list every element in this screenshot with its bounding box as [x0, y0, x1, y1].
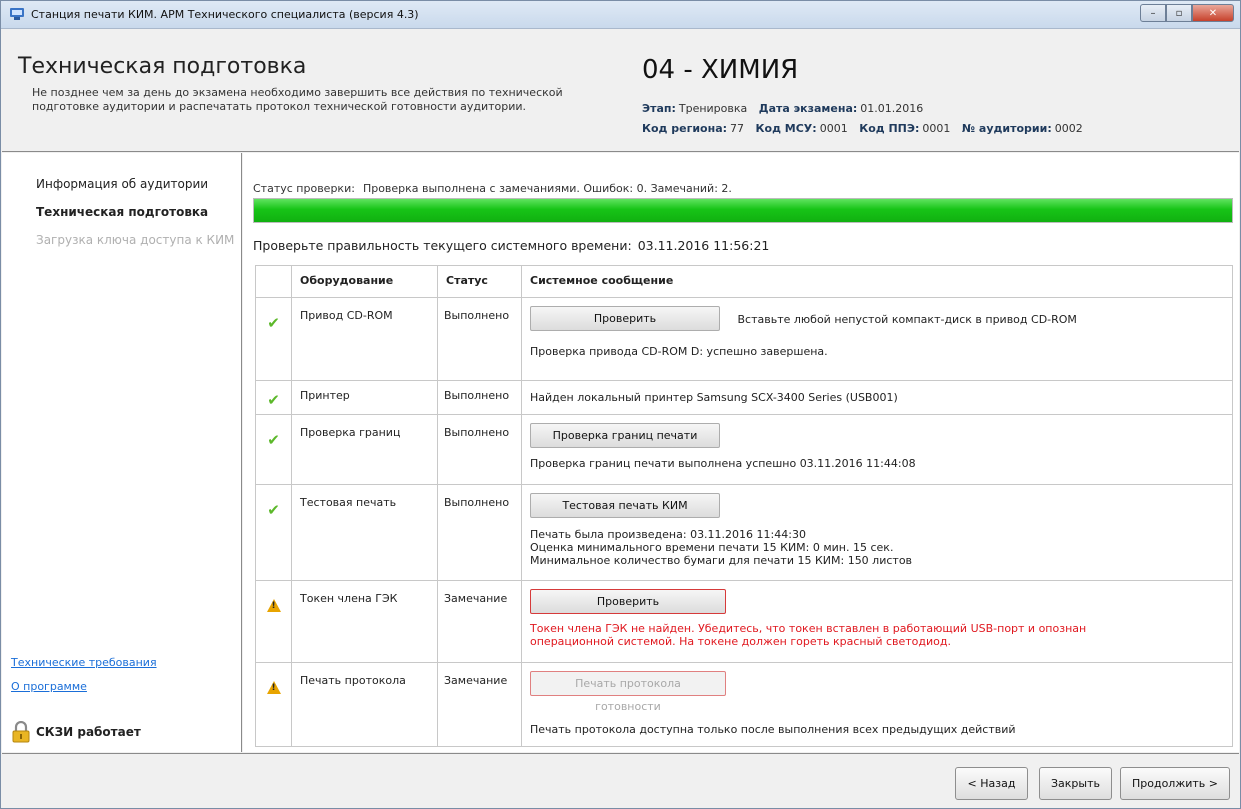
table-header-row: Оборудование Статус Системное сообщение	[255, 265, 1233, 298]
title-bar: Станция печати КИМ. АРМ Технического спе…	[1, 1, 1240, 29]
tech-requirements-link[interactable]: Технические требования	[11, 656, 157, 669]
check-status-text: Проверка выполнена с замечаниями. Ошибок…	[362, 182, 732, 195]
header-equipment: Оборудование	[291, 265, 438, 298]
table-row: ✔ Привод CD-ROM Выполнено Проверить Вста…	[255, 297, 1233, 381]
row-status: Замечание	[437, 580, 522, 663]
equipment-name: Токен члена ГЭК	[291, 580, 438, 663]
token-error-line2: операционной системой. На токене должен …	[530, 635, 951, 648]
msu-value: 0001	[819, 122, 848, 135]
testprint-message: Печать была произведена: 03.11.2016 11:4…	[530, 528, 1224, 567]
header-status: Статус	[437, 265, 522, 298]
check-icon: ✔	[267, 314, 280, 332]
region-label: Код региона:	[642, 122, 728, 135]
equipment-table: Оборудование Статус Системное сообщение …	[255, 265, 1233, 747]
page-title: Техническая подготовка	[18, 54, 307, 79]
sidebar: Информация об аудитории Техническая подг…	[2, 153, 242, 752]
room-value: 0002	[1054, 122, 1083, 135]
room-label: № аудитории:	[961, 122, 1052, 135]
check-status-label: Статус проверки:	[253, 182, 355, 195]
equipment-name: Принтер	[291, 380, 438, 415]
check-status: Статус проверки: Проверка выполнена с зам…	[253, 182, 732, 195]
page-header: Техническая подготовка Не позднее чем за…	[2, 30, 1239, 152]
warning-icon	[266, 599, 281, 612]
back-button[interactable]: < Назад	[955, 767, 1028, 800]
check-icon: ✔	[267, 501, 280, 519]
system-time-prompt: Проверьте правильность текущего системно…	[253, 238, 632, 253]
page-description: Не позднее чем за день до экзамена необх…	[32, 86, 563, 113]
sidebar-item-tech-prep[interactable]: Техническая подготовка	[36, 205, 208, 219]
date-label: Дата экзамена:	[758, 102, 858, 115]
cdrom-hint: Вставьте любой непустой компакт-диск в п…	[737, 312, 1077, 326]
about-link[interactable]: О программе	[11, 680, 87, 693]
exam-meta-line1: Этап: Тренировка Дата экзамена: 01.01.2016	[642, 102, 931, 115]
skzi-status-text: СКЗИ работает	[36, 725, 141, 739]
ppe-label: Код ППЭ:	[859, 122, 920, 135]
table-row: Печать протокола Замечание Печать проток…	[255, 662, 1233, 747]
row-status: Выполнено	[437, 484, 522, 581]
msu-label: Код МСУ:	[755, 122, 817, 135]
sidebar-item-load-key: Загрузка ключа доступа к КИМ	[36, 233, 235, 247]
table-row: ✔ Проверка границ Выполнено Проверка гра…	[255, 414, 1233, 485]
check-token-button[interactable]: Проверить	[530, 589, 726, 614]
close-button[interactable]: Закрыть	[1039, 767, 1112, 800]
date-value: 01.01.2016	[860, 102, 924, 115]
exam-meta-line2: Код региона: 77 Код МСУ: 0001 Код ППЭ: 0001…	[642, 122, 1091, 135]
check-cdrom-button[interactable]: Проверить	[530, 306, 720, 331]
testprint-line2: Оценка минимального времени печати 15 КИ…	[530, 541, 894, 554]
equipment-name: Печать протокола	[291, 662, 438, 747]
check-icon: ✔	[267, 431, 280, 449]
borders-message: Проверка границ печати выполнена успешно…	[530, 457, 916, 470]
table-row: ✔ Тестовая печать Выполнено Тестовая печ…	[255, 484, 1233, 581]
header-message: Системное сообщение	[521, 265, 1233, 298]
system-time-value: 03.11.2016 11:56:21	[637, 238, 770, 253]
protocol-message: Печать протокола доступна только после в…	[530, 723, 1016, 736]
window-controls: – ▫ ✕	[1140, 4, 1234, 24]
warning-icon	[266, 681, 281, 694]
lock-icon	[12, 721, 30, 743]
testprint-line1: Печать была произведена: 03.11.2016 11:4…	[530, 528, 806, 541]
ppe-value: 0001	[922, 122, 951, 135]
skzi-status: СКЗИ работает	[12, 721, 141, 743]
close-window-button[interactable]: ✕	[1192, 4, 1234, 22]
row-status: Замечание	[437, 662, 522, 747]
app-window: Станция печати КИМ. АРМ Технического спе…	[0, 0, 1241, 809]
print-protocol-button: Печать протокола готовности	[530, 671, 726, 713]
testprint-line3: Минимальное количество бумаги для печати…	[530, 554, 913, 567]
check-borders-button[interactable]: Проверка границ печати	[530, 423, 720, 448]
next-button[interactable]: Продолжить >	[1120, 767, 1230, 800]
maximize-button[interactable]: ▫	[1166, 4, 1192, 22]
window-title: Станция печати КИМ. АРМ Технического спе…	[31, 8, 419, 21]
row-status: Выполнено	[437, 380, 522, 415]
equipment-name: Проверка границ	[291, 414, 438, 485]
footer: < Назад Закрыть Продолжить >	[2, 753, 1239, 808]
header-icon-cell	[255, 265, 292, 298]
stage-label: Этап:	[642, 102, 676, 115]
table-row: Токен члена ГЭК Замечание Проверить Токе…	[255, 580, 1233, 663]
system-time-line: Проверьте правильность текущего системно…	[253, 238, 769, 253]
main-panel: Статус проверки: Проверка выполнена с зам…	[243, 153, 1239, 752]
token-error-line1: Токен члена ГЭК не найден. Убедитесь, чт…	[530, 622, 1087, 635]
progress-bar	[253, 198, 1233, 223]
stage-value: Тренировка	[678, 102, 748, 115]
cdrom-message: Проверка привода CD-ROM D: успешно завер…	[530, 345, 828, 358]
table-row: ✔ Принтер Выполнено Найден локальный при…	[255, 380, 1233, 415]
sidebar-item-room-info[interactable]: Информация об аудитории	[36, 177, 208, 191]
equipment-name: Привод CD-ROM	[291, 297, 438, 381]
row-status: Выполнено	[437, 297, 522, 381]
token-error-message: Токен члена ГЭК не найден. Убедитесь, чт…	[530, 622, 1224, 648]
subject-title: 04 - ХИМИЯ	[642, 55, 799, 85]
test-print-button[interactable]: Тестовая печать КИМ	[530, 493, 720, 518]
equipment-name: Тестовая печать	[291, 484, 438, 581]
app-icon	[10, 8, 24, 20]
progress-bar-fill	[254, 199, 1232, 222]
minimize-button[interactable]: –	[1140, 4, 1166, 22]
row-status: Выполнено	[437, 414, 522, 485]
region-value: 77	[730, 122, 745, 135]
printer-message: Найден локальный принтер Samsung SCX-340…	[521, 380, 1233, 415]
check-icon: ✔	[267, 391, 280, 409]
